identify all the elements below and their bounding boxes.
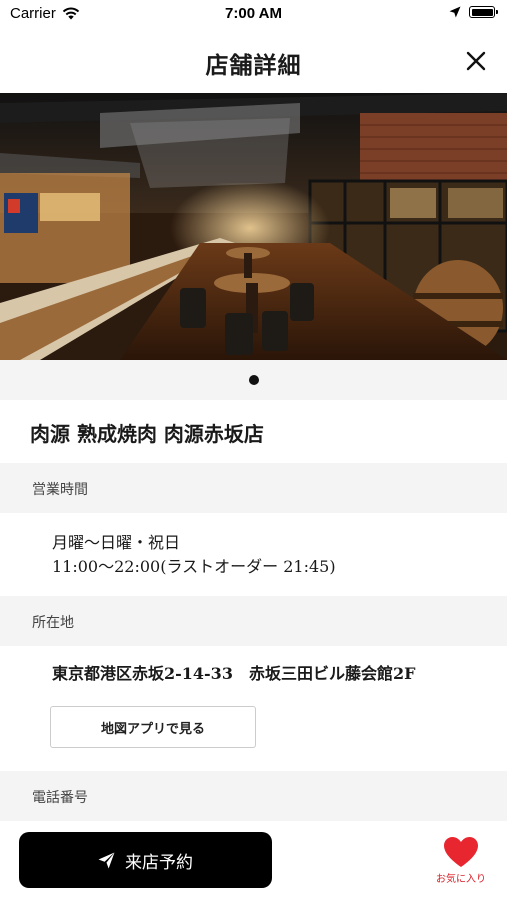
location-section-header: 所在地 — [0, 596, 507, 646]
location-header-label: 所在地 — [32, 615, 74, 631]
favorite-button[interactable]: お気に入り — [430, 836, 492, 885]
reserve-label: 来店予約 — [125, 852, 193, 873]
reserve-visit-button[interactable]: 来店予約 — [19, 832, 272, 888]
pager-dot-active[interactable] — [249, 375, 259, 385]
phone-section-header: 電話番号 — [0, 771, 507, 821]
photo-pager — [0, 360, 507, 400]
close-icon — [466, 51, 486, 71]
open-map-app-button[interactable]: 地図アプリで見る — [50, 706, 256, 748]
restaurant-interior-image — [0, 93, 507, 360]
nav-bar: 店舗詳細 — [0, 30, 507, 92]
hours-section-header: 営業時間 — [0, 463, 507, 513]
hours-days: 月曜〜日曜・祝日 — [52, 533, 181, 552]
send-icon — [98, 852, 115, 868]
close-button[interactable] — [461, 46, 491, 76]
hours-header-label: 営業時間 — [32, 482, 88, 498]
store-name: 肉源 熟成焼肉 肉源赤坂店 — [30, 422, 264, 446]
page-title: 店舗詳細 — [205, 52, 302, 79]
store-address: 東京都港区赤坂2-14-33 赤坂三田ビル藤会館2F — [52, 664, 416, 683]
phone-header-label: 電話番号 — [32, 790, 88, 806]
hours-time: 11:00〜22:00(ラストオーダー 21:45) — [52, 557, 336, 576]
location-arrow-icon — [449, 6, 461, 18]
status-bar: Carrier 7:00 AM — [0, 0, 507, 30]
heart-icon — [444, 837, 478, 867]
favorite-label: お気に入り — [436, 874, 486, 885]
hours-info: 月曜〜日曜・祝日 11:00〜22:00(ラストオーダー 21:45) — [52, 531, 336, 579]
store-photo[interactable] — [0, 93, 507, 360]
battery-icon — [469, 6, 498, 18]
clock: 7:00 AM — [225, 5, 282, 22]
